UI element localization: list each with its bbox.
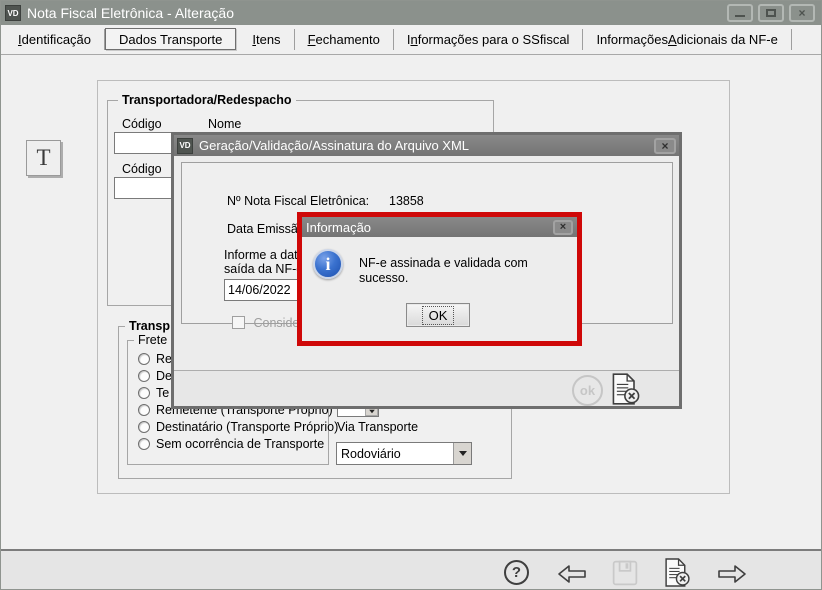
xml-dialog-title: Geração/Validação/Assinatura do Arquivo … xyxy=(199,138,469,153)
tab-bar: Identificação Dados Transporte Itens Fec… xyxy=(1,25,822,55)
radio-label: Destinatário (Transporte Próprio) xyxy=(156,420,338,434)
help-icon: ? xyxy=(512,564,521,581)
nf-number-value: 13858 xyxy=(389,194,424,208)
radio-row[interactable]: Destinatário (Transporte Próprio) xyxy=(138,420,338,434)
radio-row[interactable]: Te xyxy=(138,386,169,400)
tab-fechamento[interactable]: Fechamento xyxy=(295,29,394,50)
info-dialog-titlebar: Informação × xyxy=(302,217,577,237)
nome-label: Nome xyxy=(208,117,241,131)
cancel-document-icon[interactable] xyxy=(611,373,641,405)
window-controls: × xyxy=(727,4,819,22)
minimize-button[interactable] xyxy=(727,4,753,22)
via-transporte-select[interactable]: Rodoviário xyxy=(336,442,472,465)
info-dialog: Informação × i NF-e assinada e validada … xyxy=(297,212,582,346)
tab-informacoes-ssfiscal[interactable]: Informações para o SSfiscal xyxy=(394,29,584,50)
main-window: VD Nota Fiscal Eletrônica - Alteração × … xyxy=(0,0,822,590)
info-dialog-title: Informação xyxy=(306,220,371,235)
info-ok-label: OK xyxy=(422,306,455,325)
chevron-down-icon xyxy=(369,410,375,414)
transporte-group-title: Transp xyxy=(125,319,174,333)
radio-label: Sem ocorrência de Transporte xyxy=(156,437,324,451)
info-message: NF-e assinada e validada com sucesso. xyxy=(359,256,574,286)
exit-date-prompt-line2: saída da NF-e: xyxy=(224,262,307,276)
radio-row[interactable]: Re xyxy=(138,352,172,366)
previous-button[interactable] xyxy=(557,564,587,584)
arrow-left-icon xyxy=(559,566,585,582)
radio-label: Te xyxy=(156,386,169,400)
close-button[interactable]: × xyxy=(789,4,815,22)
radio-label: Re xyxy=(156,352,172,366)
codigo-label: Código xyxy=(122,117,162,131)
xml-dialog-footer xyxy=(174,370,679,406)
xml-dialog-titlebar: VD Geração/Validação/Assinatura do Arqui… xyxy=(174,135,679,156)
info-ok-button[interactable]: OK xyxy=(406,303,470,327)
checkbox[interactable] xyxy=(232,316,245,329)
nf-number-label: Nº Nota Fiscal Eletrônica: xyxy=(227,194,369,208)
app-icon: VD xyxy=(177,138,193,154)
radio-label: De xyxy=(156,369,172,383)
codigo2-label: Código xyxy=(122,162,162,176)
xml-dialog-close-button[interactable]: × xyxy=(654,138,676,154)
maximize-icon xyxy=(766,9,776,17)
save-icon xyxy=(614,562,637,585)
via-transporte-value: Rodoviário xyxy=(337,447,453,461)
next-button[interactable] xyxy=(717,564,747,584)
close-icon: × xyxy=(798,6,805,20)
radio-button[interactable] xyxy=(138,404,150,416)
radio-button[interactable] xyxy=(138,370,150,382)
tab-itens[interactable]: Itens xyxy=(239,29,294,50)
help-button[interactable]: ? xyxy=(504,560,529,585)
via-transporte-label: Via Transporte xyxy=(337,420,418,434)
maximize-button[interactable] xyxy=(758,4,784,22)
chevron-down-icon xyxy=(459,451,467,456)
radio-row[interactable]: Sem ocorrência de Transporte xyxy=(138,437,324,451)
combo-dropdown-button[interactable] xyxy=(453,443,471,464)
save-button-disabled xyxy=(612,560,638,586)
radio-button[interactable] xyxy=(138,387,150,399)
close-icon: × xyxy=(661,139,668,153)
close-icon: × xyxy=(560,221,566,233)
xml-ok-button[interactable]: ok xyxy=(572,375,603,406)
text-tool-button[interactable]: T xyxy=(26,140,61,176)
footer-toolbar: ? xyxy=(1,549,822,590)
frete-group-title: Frete xyxy=(134,333,171,347)
info-icon: i xyxy=(313,249,343,279)
radio-button[interactable] xyxy=(138,438,150,450)
cancel-document-button[interactable] xyxy=(664,558,691,587)
exit-date-prompt-line1: Informe a data xyxy=(224,248,305,262)
info-dialog-close-button[interactable]: × xyxy=(553,220,573,235)
exit-date-input[interactable] xyxy=(224,279,302,301)
tab-identificacao[interactable]: Identificação xyxy=(5,29,105,50)
main-titlebar: VD Nota Fiscal Eletrônica - Alteração × xyxy=(1,1,822,25)
radio-row[interactable]: De xyxy=(138,369,172,383)
minimize-icon xyxy=(735,15,745,17)
radio-button[interactable] xyxy=(138,421,150,433)
arrow-right-icon xyxy=(719,566,745,582)
window-title: Nota Fiscal Eletrônica - Alteração xyxy=(27,5,234,21)
app-icon: VD xyxy=(5,5,21,21)
radio-button[interactable] xyxy=(138,353,150,365)
transportadora-group-title: Transportadora/Redespacho xyxy=(118,93,296,107)
t-button-label: T xyxy=(36,145,50,171)
tab-dados-transporte[interactable]: Dados Transporte xyxy=(105,28,236,50)
tab-informacoes-adicionais[interactable]: Informações Adicionais da NF-e xyxy=(583,29,791,50)
